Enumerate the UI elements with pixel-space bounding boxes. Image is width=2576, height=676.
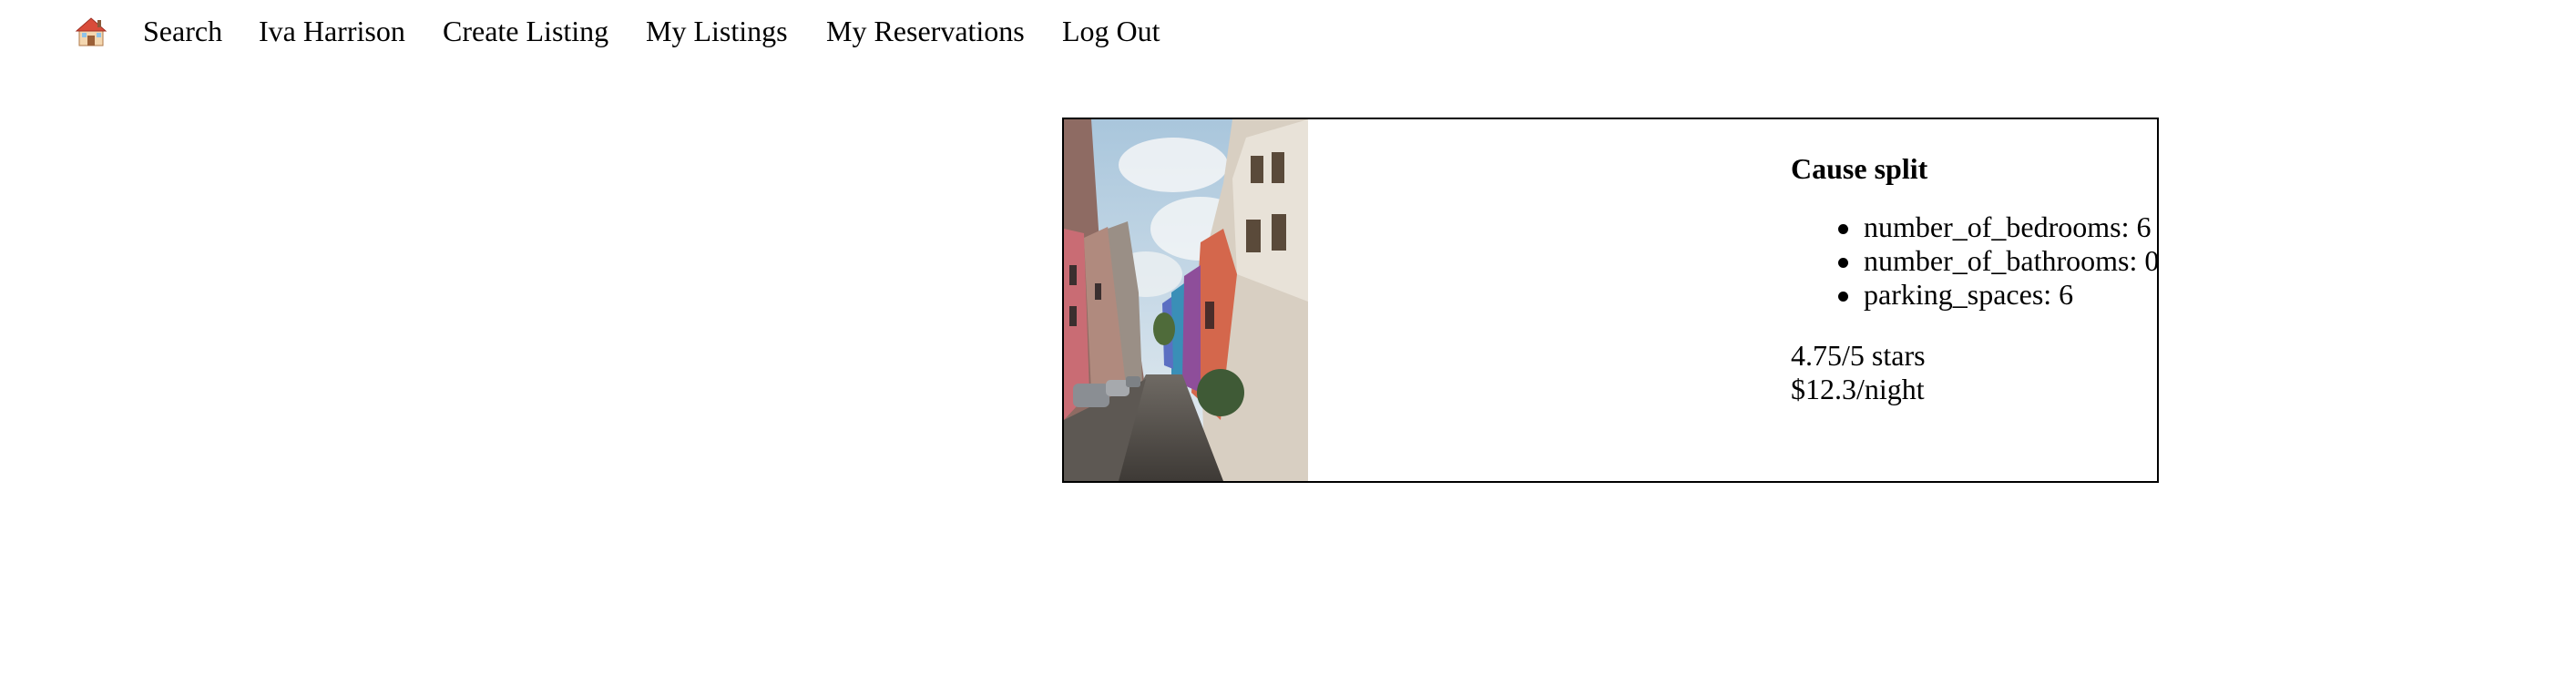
listing-photo <box>1064 119 1308 481</box>
top-nav: Search Iva Harrison Create Listing My Li… <box>0 0 2576 66</box>
listing-rating: 4.75/5 stars <box>1791 339 1926 372</box>
nav-logout-link[interactable]: Log Out <box>1062 13 1160 49</box>
home-house-icon[interactable] <box>75 15 107 47</box>
listing-price: $12.3/night <box>1791 373 1925 405</box>
listing-features: number_of_bedrooms: 6 number_of_bathroom… <box>1791 210 2164 312</box>
nav-my-listings-link[interactable]: My Listings <box>646 13 788 49</box>
nav-search-link[interactable]: Search <box>143 13 222 49</box>
feature-bedrooms: number_of_bedrooms: 6 <box>1838 210 2164 244</box>
listing-meta: 4.75/5 stars $12.3/night <box>1791 339 2164 406</box>
feature-bathrooms: number_of_bathrooms: 0 <box>1838 244 2164 278</box>
feature-parking: parking_spaces: 6 <box>1838 278 2164 312</box>
listing-details: Cause split number_of_bedrooms: 6 number… <box>1791 150 2164 406</box>
listing-card[interactable]: Cause split number_of_bedrooms: 6 number… <box>1062 118 2159 483</box>
listing-title: Cause split <box>1791 152 1928 185</box>
house-icon <box>75 17 107 46</box>
nav-user-link[interactable]: Iva Harrison <box>259 13 405 49</box>
nav-my-reservations-link[interactable]: My Reservations <box>826 13 1025 49</box>
nav-create-listing-link[interactable]: Create Listing <box>443 13 608 49</box>
street-photo <box>1064 119 1308 481</box>
